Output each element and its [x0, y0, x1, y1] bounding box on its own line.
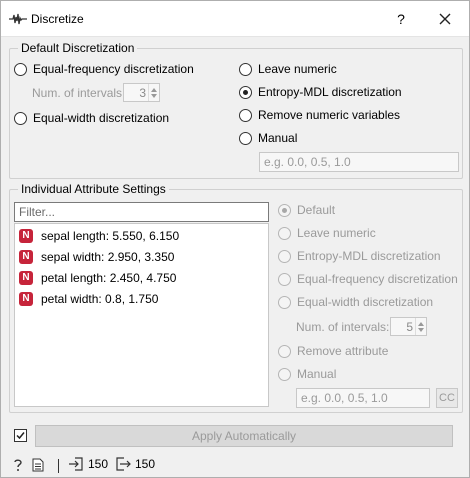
radio-equal-width[interactable]: Equal-width discretization: [14, 110, 169, 126]
default-discretization-group: Default Discretization Equal-frequency d…: [9, 41, 463, 179]
radio-indicator: [239, 85, 252, 99]
output-data-icon: [116, 457, 131, 471]
radio-indicator: [278, 203, 291, 217]
default-discretization-title: Default Discretization: [18, 41, 138, 55]
attr-radio-entropy-mdl[interactable]: Entropy-MDL discretization: [278, 248, 441, 264]
radio-label: Manual: [258, 131, 298, 145]
radio-label: Leave numeric: [297, 226, 376, 240]
checkmark-icon: [16, 432, 25, 440]
numeric-variable-icon: N: [19, 229, 33, 243]
spin-up-icon: [151, 87, 157, 92]
radio-indicator: [278, 249, 291, 263]
spin-down-icon: [418, 327, 424, 332]
radio-indicator: [278, 295, 291, 309]
attr-radio-equal-width[interactable]: Equal-width discretization: [278, 294, 433, 310]
numeric-variable-icon: N: [19, 292, 33, 306]
radio-indicator: [239, 62, 252, 76]
radio-indicator: [278, 226, 291, 240]
individual-attribute-settings-group: Individual Attribute Settings N sepal le…: [9, 182, 463, 413]
radio-indicator: [278, 272, 291, 286]
radio-remove-numeric[interactable]: Remove numeric variables: [239, 107, 400, 123]
input-count-value: 150: [88, 457, 109, 471]
spin-up-icon: [418, 321, 424, 326]
radio-indicator: [239, 131, 252, 145]
radio-equal-frequency[interactable]: Equal-frequency discretization: [14, 61, 194, 77]
radio-label: Entropy-MDL discretization: [258, 85, 402, 99]
radio-entropy-mdl[interactable]: Entropy-MDL discretization: [239, 84, 402, 100]
radio-indicator: [278, 367, 291, 381]
radio-label: Entropy-MDL discretization: [297, 249, 441, 263]
radio-label: Manual: [297, 367, 337, 381]
attribute-label: petal length: 2.450, 4.750: [41, 271, 177, 285]
radio-label: Remove numeric variables: [258, 108, 401, 122]
num-intervals-label: Num. of intervals:: [32, 86, 126, 100]
spin-arrows[interactable]: [415, 318, 426, 335]
radio-indicator: [278, 344, 291, 358]
help-icon[interactable]: [12, 458, 24, 472]
list-item[interactable]: N petal length: 2.450, 4.750: [19, 269, 176, 287]
attr-radio-leave-numeric[interactable]: Leave numeric: [278, 225, 376, 241]
close-icon: [439, 13, 451, 25]
window-title: Discretize: [31, 12, 84, 26]
attr-num-intervals-label: Num. of intervals:: [296, 320, 390, 334]
individual-settings-title: Individual Attribute Settings: [18, 182, 169, 196]
radio-label: Equal-frequency discretization: [297, 272, 458, 286]
output-count-value: 150: [135, 457, 156, 471]
attribute-label: petal width: 0.8, 1.750: [41, 292, 159, 306]
attr-manual-cutpoints-input[interactable]: [296, 388, 430, 408]
radio-label: Default: [297, 203, 336, 217]
apply-automatically-checkbox[interactable]: [14, 429, 27, 442]
numeric-variable-icon: N: [19, 271, 33, 285]
attribute-list[interactable]: N sepal length: 5.550, 6.150 N sepal wid…: [14, 223, 269, 407]
spin-arrows[interactable]: [148, 84, 159, 101]
copy-cutpoints-button[interactable]: CC: [436, 388, 458, 408]
output-count: 150: [115, 457, 155, 471]
input-count: 150: [68, 457, 108, 471]
radio-leave-numeric[interactable]: Leave numeric: [239, 61, 337, 77]
attr-radio-equal-frequency[interactable]: Equal-frequency discretization: [278, 271, 458, 287]
numeric-variable-icon: N: [19, 250, 33, 264]
close-button[interactable]: [433, 8, 457, 30]
discretize-app-icon: [9, 13, 27, 25]
help-button[interactable]: ?: [389, 8, 413, 30]
status-divider: [58, 459, 59, 473]
spin-down-icon: [151, 93, 157, 98]
attr-radio-remove-attribute[interactable]: Remove attribute: [278, 343, 388, 359]
num-intervals-value: 3: [139, 85, 146, 100]
attr-radio-default[interactable]: Default: [278, 202, 335, 218]
apply-button[interactable]: Apply Automatically: [35, 425, 453, 447]
radio-label: Leave numeric: [258, 62, 337, 76]
radio-label: Equal-frequency discretization: [33, 62, 194, 76]
attribute-filter-input[interactable]: [14, 202, 269, 222]
radio-label: Remove attribute: [297, 344, 389, 358]
manual-cutpoints-input[interactable]: [259, 152, 459, 172]
radio-manual[interactable]: Manual: [239, 130, 297, 146]
radio-label: Equal-width discretization: [33, 111, 170, 125]
attr-radio-manual[interactable]: Manual: [278, 366, 336, 382]
radio-indicator: [239, 108, 252, 122]
num-intervals-spinbox[interactable]: 3: [123, 83, 160, 102]
attribute-label: sepal width: 2.950, 3.350: [41, 250, 175, 264]
title-bar: Discretize ?: [1, 1, 469, 37]
radio-label: Equal-width discretization: [297, 295, 434, 309]
input-data-icon: [69, 457, 83, 471]
attribute-label: sepal length: 5.550, 6.150: [41, 229, 180, 243]
attr-num-intervals-spinbox[interactable]: 5: [390, 317, 427, 336]
discretize-window: Discretize ? Default Discretization Equa…: [0, 0, 470, 478]
radio-indicator: [14, 62, 27, 76]
list-item[interactable]: N petal width: 0.8, 1.750: [19, 290, 158, 308]
report-icon[interactable]: [32, 458, 44, 472]
list-item[interactable]: N sepal width: 2.950, 3.350: [19, 248, 174, 266]
radio-indicator: [14, 111, 27, 125]
list-item[interactable]: N sepal length: 5.550, 6.150: [19, 227, 179, 245]
attr-num-intervals-value: 5: [406, 319, 413, 334]
